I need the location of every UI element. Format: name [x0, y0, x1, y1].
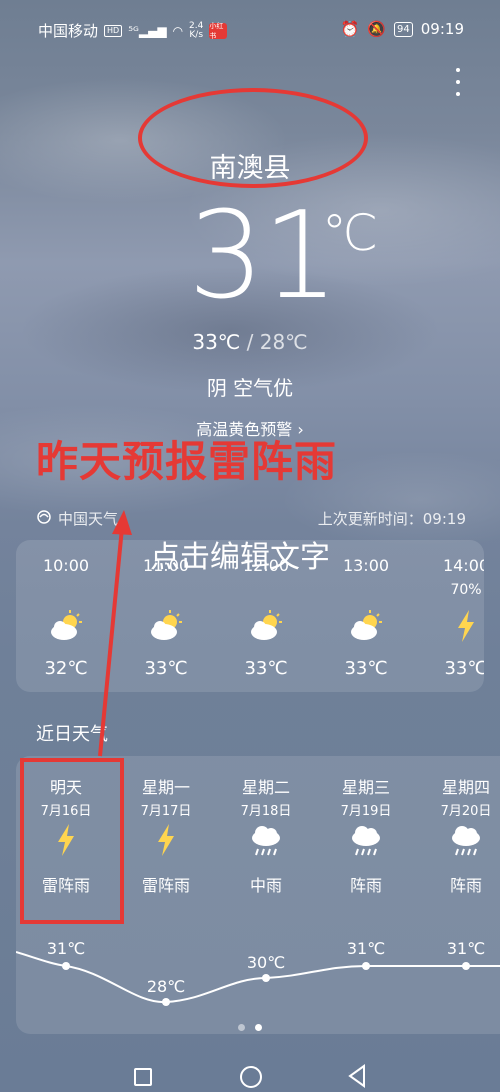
partly-cloudy-icon — [151, 610, 182, 640]
hd-badge: HD — [104, 24, 123, 37]
more-menu-icon[interactable] — [452, 68, 464, 102]
home-icon[interactable] — [240, 1066, 262, 1088]
annotation-oval — [138, 88, 368, 188]
cma-logo-icon — [36, 509, 52, 529]
wifi-icon: ◠ — [172, 23, 184, 38]
partly-cloudy-icon — [251, 610, 282, 640]
annotation-edit-text[interactable]: 点击编辑文字 — [150, 532, 330, 576]
alarm-icon: ⏰ — [340, 20, 360, 38]
curve-label: 31℃ — [47, 939, 85, 958]
back-icon[interactable] — [346, 1064, 368, 1088]
battery-icon: 94 — [394, 21, 413, 37]
page-indicator — [0, 1024, 500, 1031]
annotation-big-text: 昨天预报雷阵雨 — [36, 437, 338, 486]
mute-icon: 🔕 — [367, 20, 387, 38]
current-temperature: 31 — [188, 187, 339, 326]
page-dot — [238, 1024, 245, 1031]
status-bar: 中国移动 HD ⁵ᴳ▂▄▆ ◠ 2.4 K/s 小红书 ⏰ 🔕 94 09:19 — [0, 0, 500, 58]
daily-forecast-title: 近日天气 — [36, 724, 108, 745]
curve-point — [62, 962, 70, 970]
curve-point — [362, 962, 370, 970]
curve-point — [162, 998, 170, 1006]
curve-point — [462, 962, 470, 970]
low-temp: 28℃ — [259, 330, 308, 354]
curve-label: 30℃ — [247, 953, 285, 972]
square-recent-apps-icon[interactable] — [134, 1068, 152, 1086]
curve-label: 28℃ — [147, 977, 185, 996]
curve-label: 31℃ — [447, 939, 485, 958]
condition-summary: 阴 空气优 — [206, 376, 294, 400]
signal-icon: ⁵ᴳ▂▄▆ — [128, 23, 167, 38]
page-dot-active — [255, 1024, 262, 1031]
temperature-unit: ℃ — [322, 204, 379, 262]
clock: 09:19 — [420, 20, 464, 38]
data-source: 中国天气 — [36, 508, 118, 529]
network-speed: 2.4 K/s — [189, 20, 204, 40]
high-temp: 33℃ — [192, 330, 241, 354]
lightning-icon — [458, 610, 474, 642]
annotation-rectangle — [20, 758, 124, 924]
range-separator: / — [240, 330, 260, 354]
temperature-range: 33℃ / 28℃ — [0, 330, 500, 354]
carrier-label: 中国移动 — [38, 22, 99, 40]
curve-label: 31℃ — [347, 939, 385, 958]
partly-cloudy-icon — [51, 610, 82, 640]
curve-point — [262, 974, 270, 982]
last-updated: 上次更新时间：09:19 — [317, 510, 466, 528]
partly-cloudy-icon — [351, 610, 382, 640]
app-notification-icon: 小红书 — [209, 22, 228, 40]
